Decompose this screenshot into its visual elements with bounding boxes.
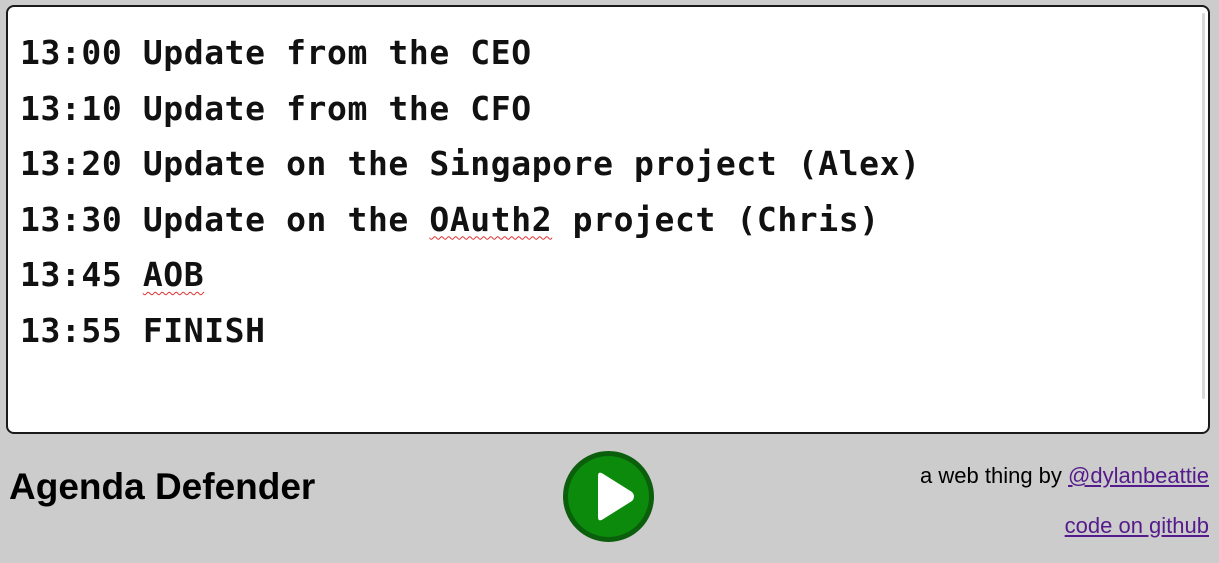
agenda-time: 13:20 [20,144,123,183]
spellcheck-word: AOB [142,255,205,294]
agenda-time: 13:10 [20,88,123,128]
agenda-line: 13:30 Update on the OAuth2 project (Chri… [20,192,921,248]
agenda-title: FINISH [142,310,266,350]
agenda-line: 13:20 Update on the Singapore project (A… [20,136,921,192]
app-title: Agenda Defender [9,466,316,507]
agenda-title: Update on the Singapore project (Alex) [142,144,921,183]
textarea-scrollbar[interactable] [1202,13,1205,399]
author-link[interactable]: @dylanbeattie [1068,463,1209,488]
page: 13:00 Update from the CEO 13:10 Update f… [0,0,1219,563]
agenda-line: 13:45 AOB [20,247,921,303]
agenda-list: 13:00 Update from the CEO 13:10 Update f… [20,25,921,358]
agenda-line: 13:10 Update from the CFO [20,81,921,137]
agenda-title: Update from the CFO [142,88,532,128]
play-button[interactable] [563,451,654,542]
agenda-title-part: project (Chris) [552,199,880,239]
agenda-time: 13:45 [20,255,123,294]
credits: a web thing by @dylanbeattie [920,461,1209,491]
agenda-textarea[interactable]: 13:00 Update from the CEO 13:10 Update f… [6,5,1210,434]
spellcheck-word: OAuth2 [429,199,553,239]
agenda-title-part: Update on the [142,199,430,239]
github-link[interactable]: code on github [1065,511,1209,541]
agenda-title: Update from the CEO [142,33,532,72]
agenda-time: 13:55 [20,310,123,350]
agenda-time: 13:00 [20,33,123,72]
credit-prefix: a web thing by [920,463,1069,488]
agenda-line: 13:00 Update from the CEO [20,25,921,81]
agenda-line: 13:55 FINISH [20,303,921,359]
agenda-time: 13:30 [20,199,123,239]
play-icon [598,472,634,521]
